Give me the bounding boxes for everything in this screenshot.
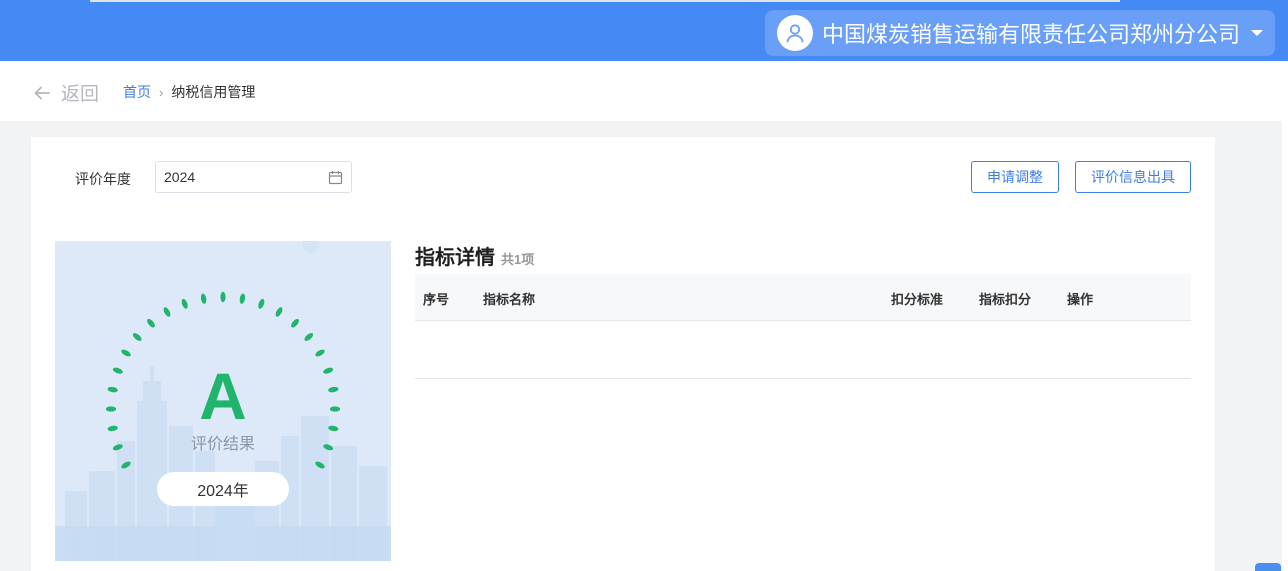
breadcrumb-current: 纳税信用管理 (171, 84, 256, 100)
gauge-dot (200, 293, 207, 304)
breadcrumb-home-link[interactable]: 首页 (123, 82, 151, 102)
table-header: 序号 指标名称 扣分标准 指标扣分 操作 (415, 274, 1191, 321)
gauge-dot (315, 349, 325, 357)
back-button[interactable]: 返回 (33, 79, 99, 106)
floating-widget[interactable] (1255, 563, 1281, 571)
caret-down-icon (1251, 30, 1264, 36)
top-header: 中国煤炭销售运输有限责任公司郑州分公司 (0, 0, 1288, 61)
breadcrumb-separator: › (159, 84, 164, 100)
details-heading: 指标详情 共1项 (415, 241, 534, 270)
year-value: 2024 (164, 169, 196, 185)
credit-grade: A (199, 359, 247, 433)
result-year-pill: 2024年 (157, 472, 289, 506)
main-card: 评价年度 2024 申请调整 评价信息出具 A 评价结果 2024年 指标详情 … (31, 137, 1215, 571)
company-name: 中国煤炭销售运输有限责任公司郑州分公司 (822, 22, 1241, 47)
year-picker[interactable]: 2024 (155, 161, 352, 193)
gauge-dot (315, 461, 325, 469)
user-icon (777, 15, 813, 51)
gauge-dot (291, 318, 299, 328)
gauge-dot (121, 461, 131, 469)
gauge-dot (239, 293, 246, 304)
calendar-icon (328, 170, 343, 184)
breadcrumb: 首页 › 纳税信用管理 (123, 82, 255, 102)
table-body (415, 321, 1191, 379)
sub-header: 返回 首页 › 纳税信用管理 (0, 61, 1282, 121)
gauge-dot (132, 333, 142, 341)
column-deduction-score: 指标扣分 (979, 292, 1032, 307)
column-indicator-name: 指标名称 (483, 292, 536, 307)
gauge-dot (163, 307, 171, 317)
gauge-dot (147, 318, 155, 328)
back-label: 返回 (61, 84, 100, 105)
column-deduction-standard: 扣分标准 (891, 292, 944, 307)
year-label: 评价年度 (75, 171, 131, 187)
scrollbar-track (1282, 61, 1288, 571)
gauge-dot (220, 291, 226, 303)
gauge-dot (258, 298, 265, 309)
gauge-dot (275, 307, 283, 317)
browser-strip (90, 0, 1120, 2)
arrow-left-icon (34, 86, 50, 99)
issue-info-button[interactable]: 评价信息出具 (1075, 161, 1191, 193)
gauge-dot (121, 349, 131, 357)
column-index: 序号 (423, 292, 450, 307)
gauge-dot (181, 298, 188, 309)
details-title: 指标详情 (415, 247, 495, 269)
account-switcher[interactable]: 中国煤炭销售运输有限责任公司郑州分公司 (765, 10, 1275, 56)
column-actions: 操作 (1067, 292, 1094, 307)
apply-adjust-button[interactable]: 申请调整 (971, 161, 1059, 193)
grade-caption: 评价结果 (190, 436, 255, 453)
details-count: 共1项 (501, 252, 535, 267)
result-panel: A 评价结果 2024年 (55, 241, 391, 561)
gauge-dot (304, 333, 314, 341)
